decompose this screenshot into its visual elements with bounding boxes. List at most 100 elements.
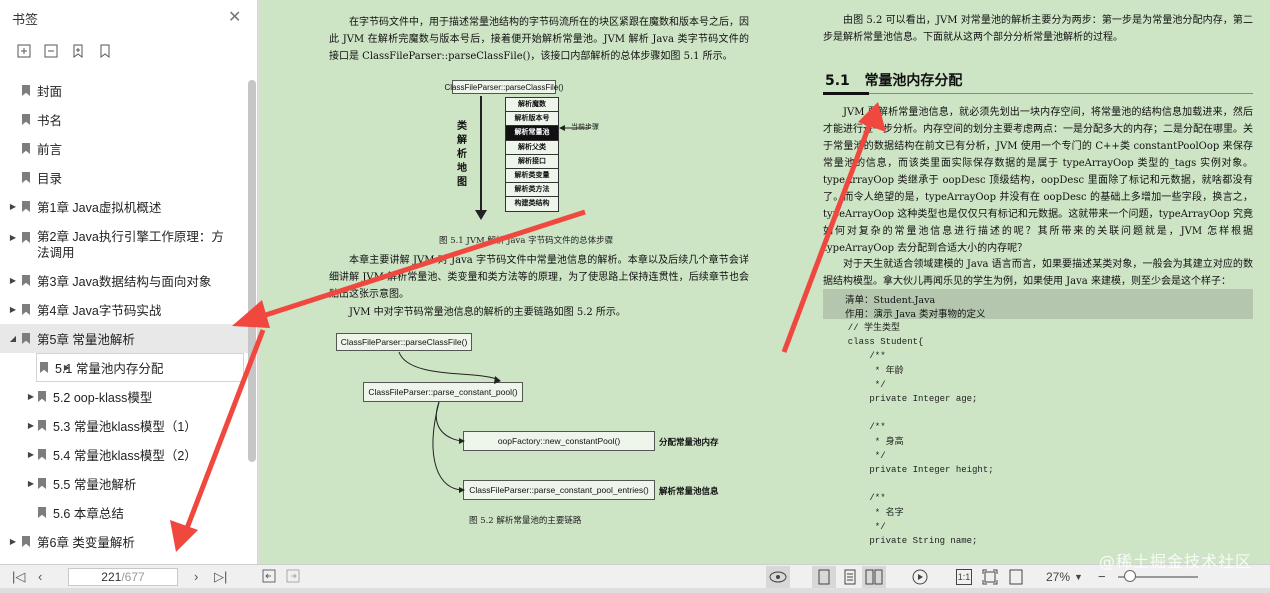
add-bookmark-icon[interactable]	[16, 43, 32, 59]
bookmark-icon	[22, 85, 30, 96]
expand-arrow-icon[interactable]: ▶	[26, 450, 36, 459]
next-page-icon[interactable]: ›	[194, 569, 198, 585]
listing-desc: 作用：演示 Java 类对事物的定义	[845, 309, 986, 320]
bottom-toolbar: |◁ ‹ 221/677 › ▷| 1:1 27% ▼ −	[0, 564, 1270, 588]
sidebar-item[interactable]: ▶ 第2章 Java执行引擎工作原理：方法调用	[0, 221, 248, 266]
document-view: 在字节码文件中，用于描述常量池结构的字节码流所在的块区紧跟在魔数和版本号之后，因…	[259, 0, 1270, 564]
sidebar-item[interactable]: ▶ 5.3 常量池klass模型（1）	[0, 411, 248, 440]
fig1-top-box: ClassFileParser::parseClassFile()	[444, 80, 564, 94]
fig1-down-arrow	[475, 96, 487, 220]
remove-bookmark-icon[interactable]	[43, 43, 59, 59]
left-para-1: 在字节码文件中，用于描述常量池结构的字节码流所在的块区紧跟在魔数和版本号之后，因…	[329, 17, 749, 62]
bookmark-icon	[22, 232, 30, 243]
back-icon[interactable]	[262, 569, 278, 585]
expand-arrow-icon[interactable]: ▶	[62, 363, 72, 372]
expand-arrow-icon[interactable]: ▶	[26, 479, 36, 488]
prev-page-icon[interactable]: ‹	[38, 569, 42, 585]
left-para-3: JVM 中对字节码常量池信息的解析的主要链路如图 5.2 所示。	[349, 307, 626, 318]
last-page-icon[interactable]: ▷|	[214, 569, 227, 585]
left-page: 在字节码文件中，用于描述常量池结构的字节码流所在的块区紧跟在魔数和版本号之后，因…	[329, 0, 749, 564]
zoom-dropdown-icon[interactable]: ▼	[1074, 569, 1083, 585]
page-number-input[interactable]: 221/677	[68, 568, 178, 586]
fig1-step: 构建类结构	[505, 196, 559, 212]
right-para-2: 对于天生就适合领域建模的 Java 语言而言，如果要描述某类对象，一般会为其建立…	[823, 259, 1253, 287]
left-para-2: 本章主要讲解 JVM 对 Java 字节码文件中常量池信息的解析。本章以及后续几…	[329, 255, 749, 300]
code-listing: // 学生类型 class Student{ /** * 年龄 */ priva…	[847, 323, 994, 547]
forward-icon[interactable]	[286, 569, 302, 585]
sidebar-item[interactable]: ▶ 5.1 常量池内存分配	[36, 353, 244, 382]
sidebar-item-label: 封面	[37, 85, 63, 99]
sidebar-item[interactable]: ▶ 第3章 Java数据结构与面向对象	[0, 266, 248, 295]
eye-protection-icon[interactable]	[766, 566, 790, 588]
bookmark-icon	[38, 507, 46, 518]
sidebar-item-label: 5.4 常量池klass模型（2）	[53, 449, 197, 463]
watermark: @稀土掘金技术社区	[1098, 552, 1252, 571]
sidebar-item[interactable]: 书名	[0, 105, 248, 134]
sidebar-item[interactable]: 5.6 本章总结	[0, 498, 248, 527]
fig1-caption: 图 5.1 JVM 解析 Java 字节码文件的总体步骤	[439, 236, 614, 246]
sidebar-item-label: 第1章 Java虚拟机概述	[37, 201, 162, 215]
fit-page-icon[interactable]	[982, 569, 998, 585]
bookmark-flag-icon[interactable]	[70, 43, 86, 59]
sidebar-item-label: 5.6 本章总结	[53, 507, 124, 521]
expand-arrow-icon[interactable]: ▶	[26, 421, 36, 430]
expand-arrow-icon[interactable]: ▶	[8, 276, 18, 285]
expand-arrow-icon[interactable]: ▶	[8, 537, 18, 546]
sidebar-item[interactable]: 封面	[0, 76, 248, 105]
expand-arrow-icon[interactable]: ▶	[26, 392, 36, 401]
sidebar-item[interactable]: ▶ 第4章 Java字节码实战	[0, 295, 248, 324]
sidebar-item[interactable]: ▶ 5.4 常量池klass模型（2）	[0, 440, 248, 469]
bookmark-icon	[22, 536, 30, 547]
sidebar-item-label: 第6章 类变量解析	[37, 536, 135, 550]
sidebar-item-label: 目录	[37, 172, 63, 186]
single-page-icon[interactable]	[812, 566, 836, 588]
heading-rule-accent	[823, 92, 869, 95]
fig1-side-label: 类解析地图	[457, 121, 467, 188]
sidebar-item[interactable]: ◢ 第5章 常量池解析	[0, 324, 248, 353]
sidebar-item-label: 第4章 Java字节码实战	[37, 304, 162, 318]
sidebar-scrollbar[interactable]	[248, 80, 256, 462]
bookmark-toolbar	[16, 43, 113, 59]
fig1-steps: 解析魔数 解析版本号 解析常量池 解析父类 解析接口 解析类变量 解析类方法 构建类结构	[505, 97, 559, 212]
collapse-arrow-icon[interactable]: ◢	[8, 334, 18, 343]
bookmark-icon	[22, 304, 30, 315]
sidebar-item[interactable]: ▶ 5.5 常量池解析	[0, 469, 248, 498]
zoom-level[interactable]: 27%	[1046, 569, 1070, 585]
bookmark-list: 封面书名前言目录 ▶ 第1章 Java虚拟机概述 ▶ 第2章 Java执行引擎工作原理：…	[0, 76, 248, 556]
heading-rule	[823, 93, 1253, 94]
sidebar-item-label: 5.2 oop-klass模型	[53, 391, 153, 405]
two-page-icon[interactable]	[862, 566, 886, 588]
close-icon[interactable]: ✕	[228, 7, 241, 27]
bookmark-icon	[22, 333, 30, 344]
sidebar-item-label: 第2章 Java执行引擎工作原理：方法调用	[37, 230, 224, 260]
right-page: 由图 5.2 可以看出，JVM 对常量池的解析主要分为两步：第一步是为常量池分配…	[823, 0, 1253, 564]
bookmarks-panel: 书签 ✕ 封面 书名 前言 目录 ▶ 第1章 Java虚拟机概述 ▶ 第2章 Java执行引擎…	[0, 0, 258, 564]
fit-width-icon[interactable]	[1008, 569, 1024, 585]
sidebar-item[interactable]: 前言	[0, 134, 248, 163]
play-icon[interactable]	[912, 569, 928, 585]
expand-arrow-icon[interactable]: ▶	[8, 233, 18, 242]
bookmark-icon	[22, 114, 30, 125]
sidebar-item[interactable]: ▶ 第1章 Java虚拟机概述	[0, 192, 248, 221]
fig1-step: 解析类方法	[505, 182, 559, 198]
first-page-icon[interactable]: |◁	[12, 569, 25, 585]
sidebar-item-label: 5.5 常量池解析	[53, 478, 137, 492]
sidebar-item-label: 前言	[37, 143, 63, 157]
sidebar-item[interactable]: ▶ 5.2 oop-klass模型	[0, 382, 248, 411]
fig1-step: 解析版本号	[505, 111, 559, 127]
section-title: 常量池内存分配	[864, 73, 963, 89]
bookmark-icon	[38, 420, 46, 431]
continuous-page-icon[interactable]	[842, 569, 858, 585]
sidebar-item[interactable]: 目录	[0, 163, 248, 192]
expand-arrow-icon[interactable]: ▶	[8, 305, 18, 314]
bookmark-icon	[38, 478, 46, 489]
fig1-step: 解析类变量	[505, 167, 559, 184]
expand-arrow-icon[interactable]: ▶	[8, 202, 18, 211]
actual-size-icon[interactable]: 1:1	[956, 569, 972, 585]
bookmark-icon	[38, 391, 46, 402]
fig1-step: 解析接口	[505, 153, 559, 169]
bookmark-icon[interactable]	[97, 43, 113, 59]
bookmark-icon	[22, 143, 30, 154]
sidebar-item[interactable]: ▶ 第6章 类变量解析	[0, 527, 248, 556]
sidebar-item-label: 5.3 常量池klass模型（1）	[53, 420, 197, 434]
